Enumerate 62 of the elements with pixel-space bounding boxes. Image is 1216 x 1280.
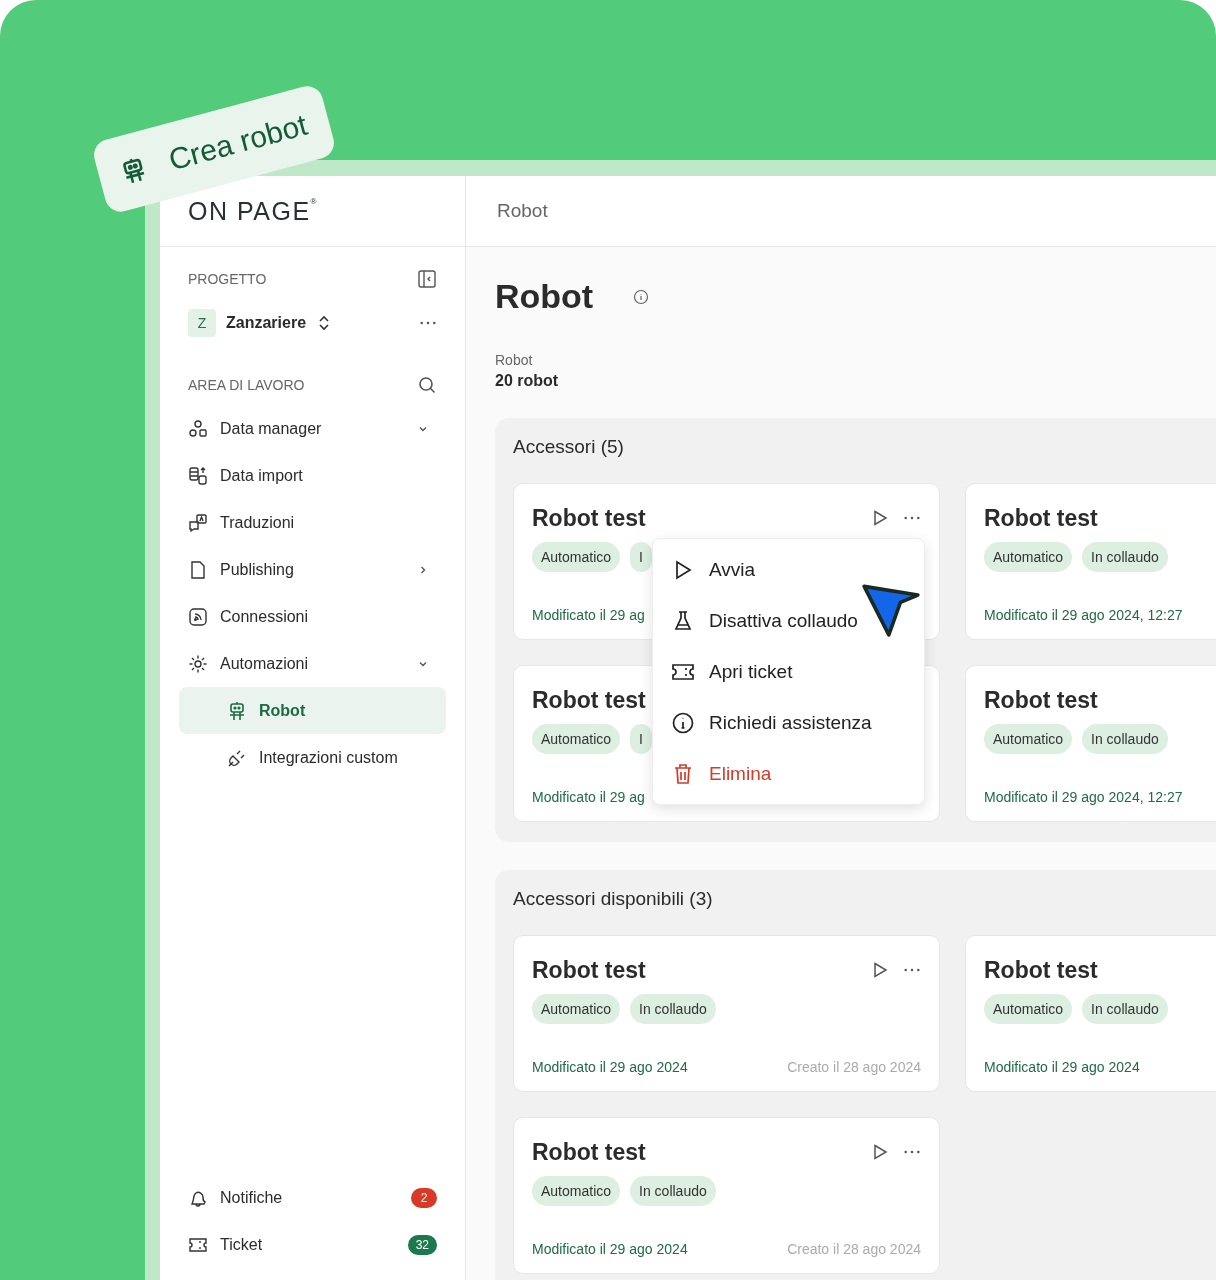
tag: Automatico: [532, 994, 621, 1024]
tag: Automatico: [532, 1176, 621, 1206]
breadcrumb: Robot: [497, 200, 548, 222]
nav-item[interactable]: Connessioni: [188, 593, 437, 640]
robot-card[interactable]: Robot test Automatico In collaudo Modificato il 29 ago 2024, 12:27: [965, 665, 1216, 822]
page-title: Robot: [495, 277, 594, 316]
summary-value: 20 robot: [495, 372, 560, 390]
card-title: Robot test: [532, 504, 647, 532]
menu-item[interactable]: Richiedi assistenza: [653, 697, 924, 748]
modified-date: Modificato il 29 ago 2024: [532, 1059, 688, 1075]
modified-date: Modificato il 29 ag: [532, 607, 645, 623]
section-title: Accessori disponibili (3): [513, 888, 714, 910]
robot-card[interactable]: Robot test Automatico In collaudo Modificato il 29 ago 2024 Creato il 28 ago 2024: [513, 935, 940, 1092]
nav-item[interactable]: Ticket 32: [188, 1221, 437, 1268]
robot-card[interactable]: Robot test Automatico In collaudo Modificato il 29 ago 2024 Creato il 28 ago 2024: [513, 1117, 940, 1274]
tag: Automatico: [984, 542, 1073, 572]
menu-item[interactable]: Disattiva collaudo: [653, 595, 924, 646]
count-badge: 32: [407, 1234, 437, 1255]
created-date: Creato il 28 ago 2024: [787, 1059, 921, 1075]
nav-item[interactable]: Data import: [188, 452, 437, 499]
tag: Automatico: [532, 724, 621, 754]
nav-item[interactable]: Automazioni: [188, 640, 437, 687]
tag: I: [630, 542, 652, 572]
section-title: Accessori (5): [513, 436, 625, 458]
card-title: Robot test: [984, 956, 1099, 984]
modified-date: Modificato il 29 ago 2024, 12:27: [984, 607, 1183, 623]
summary-label: Robot: [495, 352, 534, 368]
tag: I: [630, 724, 652, 754]
project-name[interactable]: Zanzariere: [226, 314, 307, 332]
tag: In collaudo: [1082, 994, 1168, 1024]
tag: In collaudo: [630, 994, 716, 1024]
tag: In collaudo: [1082, 724, 1168, 754]
modified-date: Modificato il 29 ago 2024, 12:27: [984, 789, 1183, 805]
section-heading: AREA DI LAVORO: [188, 377, 305, 393]
tag: Automatico: [984, 724, 1073, 754]
menu-item[interactable]: Elimina: [653, 748, 924, 799]
nav-item[interactable]: Data manager: [188, 405, 437, 452]
robot-card[interactable]: Robot test Automatico In collaudo Modificato il 29 ago 2024: [965, 935, 1216, 1092]
card-title: Robot test: [984, 504, 1099, 532]
nav-item[interactable]: Publishing: [188, 546, 437, 593]
robot-card[interactable]: Robot test Automatico In collaudo Modificato il 29 ago 2024, 12:27: [965, 483, 1216, 640]
card-title: Robot test: [532, 1138, 647, 1166]
tag: In collaudo: [630, 1176, 716, 1206]
nav-item[interactable]: Traduzioni: [188, 499, 437, 546]
modified-date: Modificato il 29 ago 2024: [532, 1241, 688, 1257]
project-avatar: Z: [188, 309, 216, 337]
card-title: Robot test: [532, 686, 647, 714]
tag: Automatico: [532, 542, 621, 572]
count-badge: 2: [411, 1187, 437, 1208]
modified-date: Modificato il 29 ago 2024: [984, 1059, 1140, 1075]
modified-date: Modificato il 29 ag: [532, 789, 645, 805]
tag: Automatico: [984, 994, 1073, 1024]
nav-subitem[interactable]: Integrazioni custom: [179, 734, 446, 781]
nav-subitem[interactable]: Robot: [179, 687, 446, 734]
menu-item[interactable]: Avvia: [653, 544, 924, 595]
menu-item[interactable]: Apri ticket: [653, 646, 924, 697]
created-date: Creato il 28 ago 2024: [787, 1241, 921, 1257]
nav-item[interactable]: Notifiche 2: [188, 1174, 437, 1221]
card-title: Robot test: [984, 686, 1099, 714]
section-heading: PROGETTO: [188, 271, 267, 287]
card-title: Robot test: [532, 956, 647, 984]
tag: In collaudo: [1082, 542, 1168, 572]
